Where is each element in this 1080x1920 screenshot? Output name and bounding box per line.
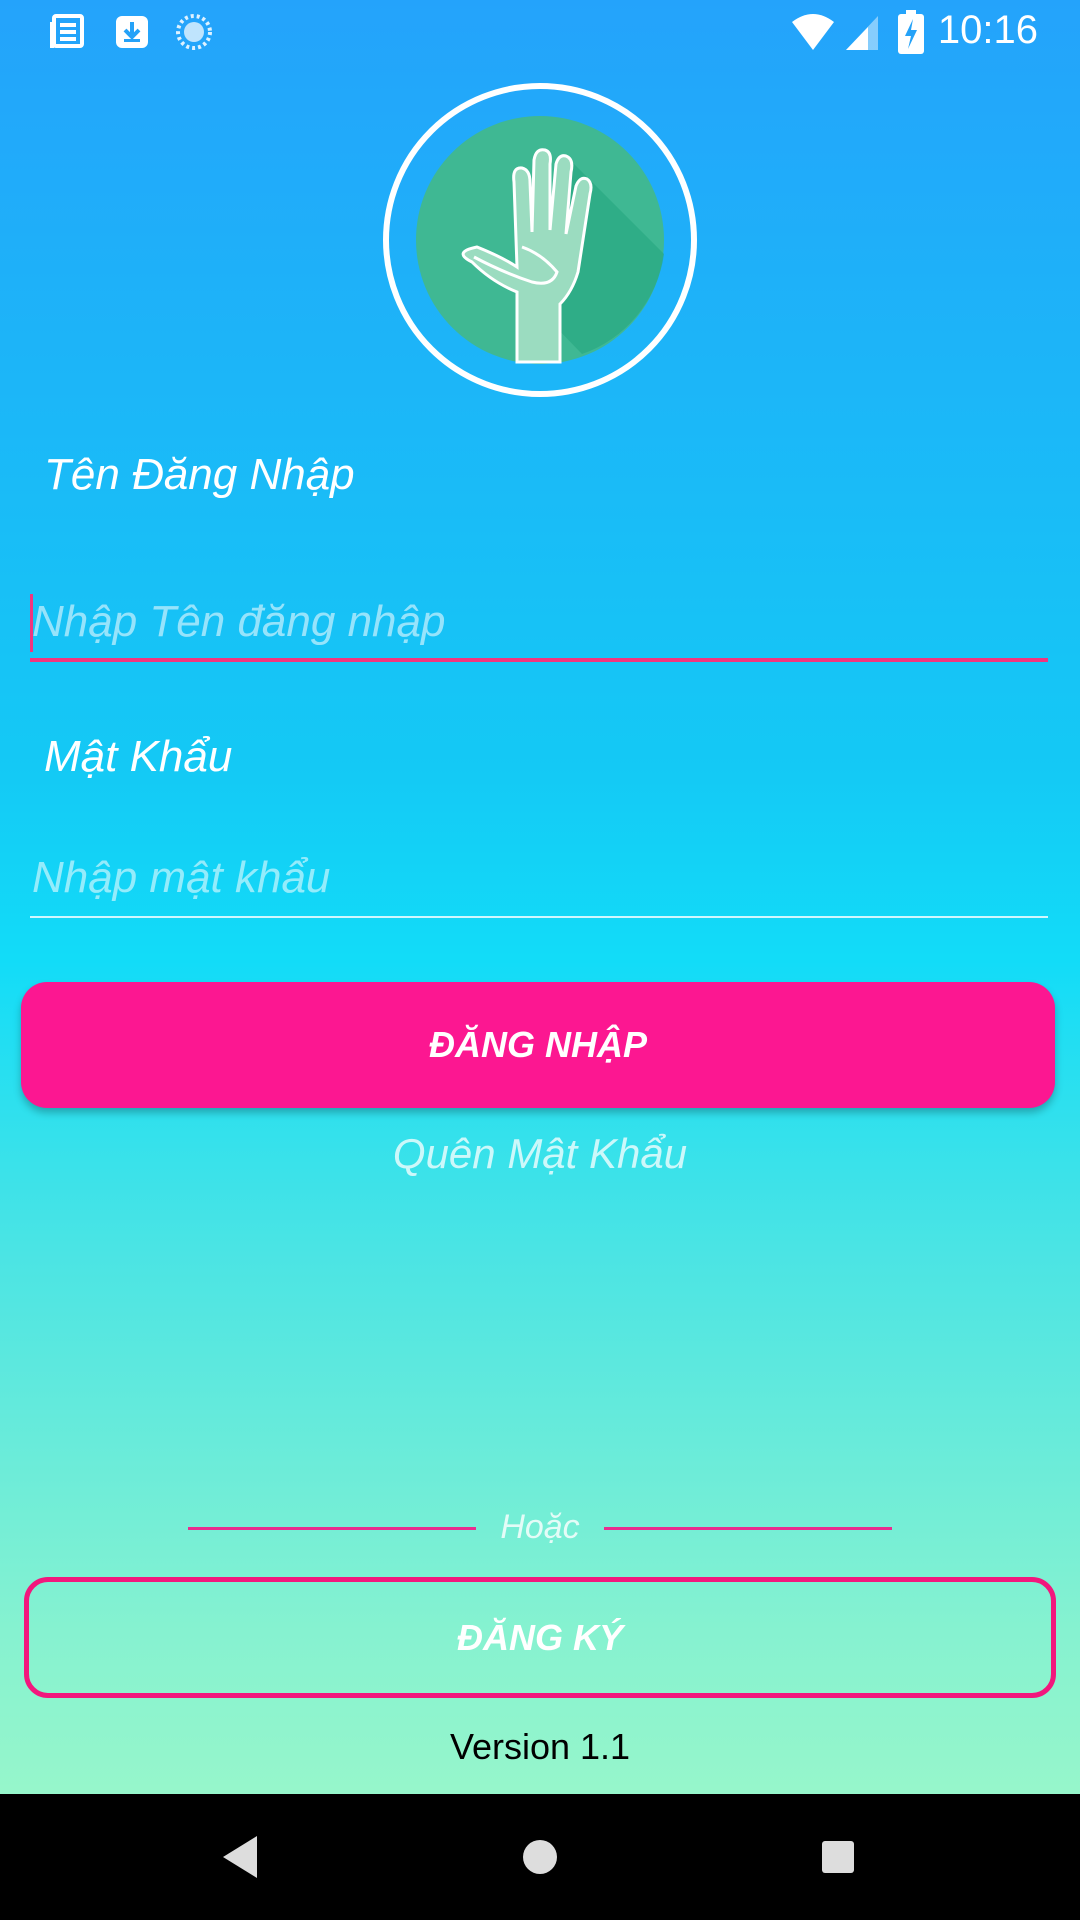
version-label: Version 1.1	[449, 1726, 631, 1767]
signal-icon	[846, 16, 878, 50]
username-placeholder: Nhập Tên đăng nhập	[32, 597, 446, 646]
sync-icon	[176, 14, 212, 50]
download-icon	[116, 16, 148, 48]
login-screen: 10:16 Tên Đăng Nhập Nhập Tên đăng nhập M…	[0, 0, 1080, 1920]
password-input[interactable]: Nhập mật khẩu	[30, 838, 1048, 918]
forgot-password-link[interactable]: Quên Mật Khẩu	[0, 1130, 1080, 1178]
recents-icon[interactable]	[805, 1824, 871, 1890]
back-icon[interactable]	[207, 1824, 273, 1890]
divider-text: Hoặc	[500, 1508, 580, 1546]
username-underline	[30, 658, 1048, 662]
navigation-bar	[0, 1794, 1080, 1920]
password-underline	[30, 916, 1048, 918]
home-icon[interactable]	[507, 1824, 573, 1890]
status-time: 10:16	[937, 8, 1038, 52]
login-button[interactable]: ĐĂNG NHẬP	[21, 982, 1055, 1108]
username-input[interactable]: Nhập Tên đăng nhập	[30, 582, 1048, 662]
news-icon	[50, 14, 84, 48]
register-button[interactable]: ĐĂNG KÝ	[24, 1577, 1056, 1698]
status-bar: 10:16	[0, 0, 1080, 63]
password-placeholder: Nhập mật khẩu	[32, 853, 331, 902]
app-logo	[383, 83, 697, 397]
username-label: Tên Đăng Nhập	[44, 450, 355, 499]
password-label: Mật Khẩu	[44, 732, 233, 781]
wifi-icon	[792, 14, 834, 50]
battery-charging-icon	[898, 10, 924, 54]
